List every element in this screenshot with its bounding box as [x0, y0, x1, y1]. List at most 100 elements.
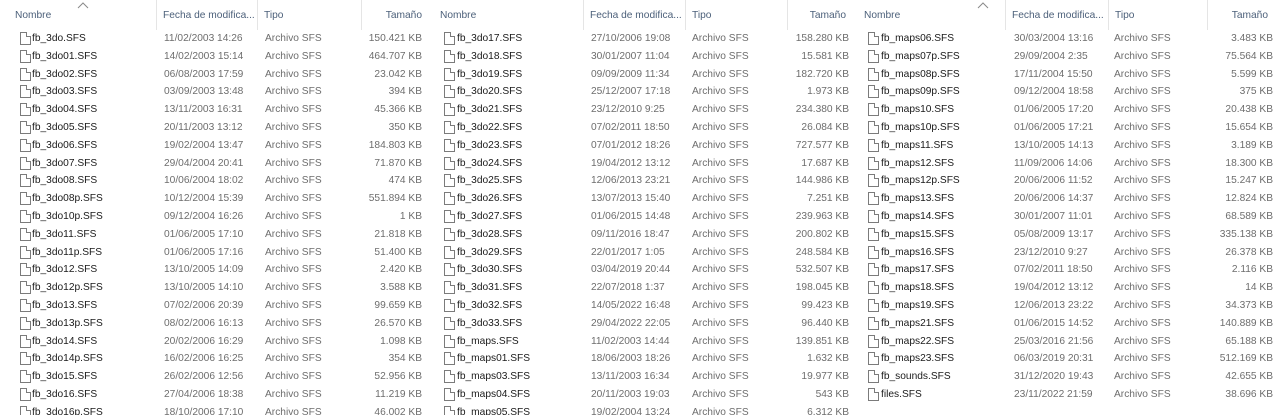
column-header-size[interactable]: Tamaño [361, 0, 434, 30]
file-row[interactable]: fb_3do05.SFS 20/11/2003 13:12 Archivo SFS 3… [0, 119, 434, 137]
file-type: Archivo SFS [265, 388, 322, 400]
file-row[interactable]: fb_3do15.SFS 26/02/2006 12:56 Archivo SFS 5… [0, 368, 434, 386]
file-row[interactable]: fb_3do32.SFS 14/05/2022 16:48 Archivo SFS 9… [434, 297, 858, 315]
file-row[interactable]: fb_3do27.SFS 01/06/2015 14:48 Archivo SFS 2… [434, 208, 858, 226]
file-row[interactable]: fb_maps13.SFS 20/06/2006 14:37 Archivo SFS… [858, 190, 1280, 208]
file-row[interactable]: fb_3do23.SFS 07/01/2012 18:26 Archivo SFS 7… [434, 137, 858, 155]
file-row[interactable]: fb_3do13.SFS 07/02/2006 20:39 Archivo SFS 9… [0, 297, 434, 315]
file-row[interactable]: fb_3do.SFS 11/02/2003 14:26 Archivo SFS 150… [0, 30, 434, 48]
file-row[interactable]: fb_3do21.SFS 23/12/2010 9:25 Archivo SFS 23… [434, 101, 858, 119]
column-header-date[interactable]: Fecha de modifica... [1005, 0, 1108, 30]
file-type: Archivo SFS [692, 335, 749, 347]
file-row[interactable]: fb_maps18.SFS 19/04/2012 13:12 Archivo SFS… [858, 279, 1280, 297]
file-row[interactable]: fb_maps05.SFS 19/02/2004 13:24 Archivo SFS… [434, 404, 858, 415]
file-row[interactable]: fb_maps14.SFS 30/01/2007 11:01 Archivo SFS… [858, 208, 1280, 226]
file-size: 18.300 KB [1225, 157, 1273, 169]
file-row[interactable]: files.SFS 23/11/2022 21:59 Archivo SFS 38.6… [858, 386, 1280, 404]
file-row[interactable]: fb_3do11.SFS 01/06/2005 17:10 Archivo SFS 2… [0, 226, 434, 244]
file-row[interactable]: fb_3do02.SFS 06/08/2003 17:59 Archivo SFS 2… [0, 66, 434, 84]
file-row[interactable]: fb_3do07.SFS 29/04/2004 20:41 Archivo SFS 7… [0, 155, 434, 173]
file-row[interactable]: fb_maps.SFS 11/02/2003 14:44 Archivo SFS 13… [434, 333, 858, 351]
file-row[interactable]: fb_maps11.SFS 13/10/2005 14:13 Archivo SFS… [858, 137, 1280, 155]
file-row[interactable]: fb_3do01.SFS 14/02/2003 15:14 Archivo SFS 4… [0, 48, 434, 66]
file-size: 234.380 KB [795, 104, 849, 116]
column-header-type[interactable]: Tipo [257, 0, 361, 30]
file-type: Archivo SFS [692, 299, 749, 311]
file-icon [444, 387, 455, 401]
file-name: fb_maps03.SFS [457, 371, 531, 383]
file-row[interactable]: fb_maps01.SFS 18/06/2003 18:26 Archivo SFS… [434, 350, 858, 368]
file-row[interactable]: fb_maps06.SFS 30/03/2004 13:16 Archivo SFS… [858, 30, 1280, 48]
file-row[interactable]: fb_sounds.SFS 31/12/2020 19:43 Archivo SFS… [858, 368, 1280, 386]
file-type: Archivo SFS [1114, 104, 1171, 116]
file-row[interactable]: fb_3do08.SFS 10/06/2004 18:02 Archivo SFS 4… [0, 172, 434, 190]
file-row[interactable]: fb_3do22.SFS 07/02/2011 18:50 Archivo SFS 2… [434, 119, 858, 137]
file-row[interactable]: fb_maps19.SFS 12/06/2013 23:22 Archivo SFS… [858, 297, 1280, 315]
file-row[interactable]: fb_maps10.SFS 01/06/2005 17:20 Archivo SFS… [858, 101, 1280, 119]
file-row[interactable]: fb_3do10p.SFS 09/12/2004 16:26 Archivo SFS… [0, 208, 434, 226]
file-row[interactable]: fb_3do28.SFS 09/11/2016 18:47 Archivo SFS 2… [434, 226, 858, 244]
file-row[interactable]: fb_3do16.SFS 27/04/2006 18:38 Archivo SFS 1… [0, 386, 434, 404]
file-row[interactable]: fb_3do13p.SFS 08/02/2006 16:13 Archivo SFS… [0, 315, 434, 333]
file-date-modified: 14/02/2003 15:14 [164, 50, 244, 62]
file-date-modified: 31/12/2020 19:43 [1014, 371, 1094, 383]
file-row[interactable]: fb_3do11p.SFS 01/06/2005 17:16 Archivo SFS… [0, 244, 434, 262]
file-row[interactable]: fb_maps12.SFS 11/09/2006 14:06 Archivo SFS… [858, 155, 1280, 173]
file-type: Archivo SFS [265, 210, 322, 222]
file-row[interactable]: fb_3do29.SFS 22/01/2017 1:05 Archivo SFS 24… [434, 244, 858, 262]
file-row[interactable]: fb_3do17.SFS 27/10/2006 19:08 Archivo SFS 1… [434, 30, 858, 48]
file-row[interactable]: fb_3do08p.SFS 10/12/2004 15:39 Archivo SFS… [0, 190, 434, 208]
file-row[interactable]: fb_3do24.SFS 19/04/2012 13:12 Archivo SFS 1… [434, 155, 858, 173]
file-icon [868, 138, 879, 152]
file-type: Archivo SFS [1114, 246, 1171, 258]
file-type: Archivo SFS [692, 353, 749, 365]
file-row[interactable]: fb_maps08p.SFS 17/11/2004 15:50 Archivo SF… [858, 66, 1280, 84]
file-row[interactable]: fb_maps15.SFS 05/08/2009 13:17 Archivo SFS… [858, 226, 1280, 244]
file-row[interactable]: fb_3do12p.SFS 13/10/2005 14:10 Archivo SFS… [0, 279, 434, 297]
file-size: 7.251 KB [807, 193, 849, 205]
file-row[interactable]: fb_3do04.SFS 13/11/2003 16:31 Archivo SFS 4… [0, 101, 434, 119]
file-row[interactable]: fb_3do18.SFS 30/01/2007 11:04 Archivo SFS 1… [434, 48, 858, 66]
file-row[interactable]: fb_3do31.SFS 22/07/2018 1:37 Archivo SFS 19… [434, 279, 858, 297]
file-row[interactable]: fb_3do25.SFS 12/06/2013 23:21 Archivo SFS 1… [434, 172, 858, 190]
file-row[interactable]: fb_maps17.SFS 07/02/2011 18:50 Archivo SFS… [858, 261, 1280, 279]
file-name: fb_3do13.SFS [32, 299, 98, 311]
file-row[interactable]: fb_3do14p.SFS 16/02/2006 16:25 Archivo SFS… [0, 350, 434, 368]
file-name: fb_3do.SFS [32, 33, 86, 44]
file-type: Archivo SFS [265, 50, 322, 62]
file-row[interactable]: fb_3do12.SFS 13/10/2005 14:09 Archivo SFS 2… [0, 261, 434, 279]
file-size: 15.581 KB [801, 50, 849, 62]
column-header-name[interactable]: Nombre [434, 0, 583, 30]
file-type: Archivo SFS [265, 33, 322, 44]
file-date-modified: 19/02/2004 13:47 [164, 139, 244, 151]
file-row[interactable]: fb_maps16.SFS 23/12/2010 9:27 Archivo SFS 2… [858, 244, 1280, 262]
file-row[interactable]: fb_3do33.SFS 29/04/2022 22:05 Archivo SFS 9… [434, 315, 858, 333]
column-header-size[interactable]: Tamaño [787, 0, 858, 30]
column-header-date[interactable]: Fecha de modifica... [583, 0, 685, 30]
file-row[interactable]: fb_3do06.SFS 19/02/2004 13:47 Archivo SFS 1… [0, 137, 434, 155]
file-row[interactable]: fb_maps10p.SFS 01/06/2005 17:21 Archivo SF… [858, 119, 1280, 137]
file-row[interactable]: fb_3do30.SFS 03/04/2019 20:44 Archivo SFS 5… [434, 261, 858, 279]
file-row[interactable]: fb_3do26.SFS 13/07/2013 15:40 Archivo SFS 7… [434, 190, 858, 208]
file-row[interactable]: fb_maps21.SFS 01/06/2015 14:52 Archivo SFS… [858, 315, 1280, 333]
file-row[interactable]: fb_3do03.SFS 03/09/2003 13:48 Archivo SFS 3… [0, 83, 434, 101]
file-row[interactable]: fb_maps09p.SFS 09/12/2004 18:58 Archivo SF… [858, 83, 1280, 101]
file-row[interactable]: fb_3do16p.SFS 18/10/2006 17:10 Archivo SFS… [0, 404, 434, 415]
file-name: fb_3do32.SFS [457, 299, 523, 311]
file-name: fb_maps18.SFS [881, 282, 955, 294]
column-header-type[interactable]: Tipo [1108, 0, 1207, 30]
file-row[interactable]: fb_maps07p.SFS 29/09/2004 2:35 Archivo SFS… [858, 48, 1280, 66]
file-row[interactable]: fb_maps23.SFS 06/03/2019 20:31 Archivo SFS… [858, 350, 1280, 368]
file-row[interactable]: fb_3do14.SFS 20/02/2006 16:29 Archivo SFS 1… [0, 333, 434, 351]
file-name: fb_maps22.SFS [881, 335, 955, 347]
column-header-date[interactable]: Fecha de modifica... [156, 0, 257, 30]
file-row[interactable]: fb_maps22.SFS 25/03/2016 21:56 Archivo SFS… [858, 333, 1280, 351]
file-row[interactable]: fb_maps04.SFS 20/11/2003 19:03 Archivo SFS… [434, 386, 858, 404]
file-row[interactable]: fb_maps12p.SFS 20/06/2006 11:52 Archivo SF… [858, 172, 1280, 190]
file-row[interactable]: fb_3do19.SFS 09/09/2009 11:34 Archivo SFS 1… [434, 66, 858, 84]
file-row[interactable]: fb_maps03.SFS 13/11/2003 16:34 Archivo SFS… [434, 368, 858, 386]
file-row[interactable]: fb_3do20.SFS 25/12/2007 17:18 Archivo SFS 1… [434, 83, 858, 101]
file-date-modified: 27/04/2006 18:38 [164, 388, 244, 400]
column-header-size[interactable]: Tamaño [1207, 0, 1280, 30]
column-header-type[interactable]: Tipo [685, 0, 787, 30]
